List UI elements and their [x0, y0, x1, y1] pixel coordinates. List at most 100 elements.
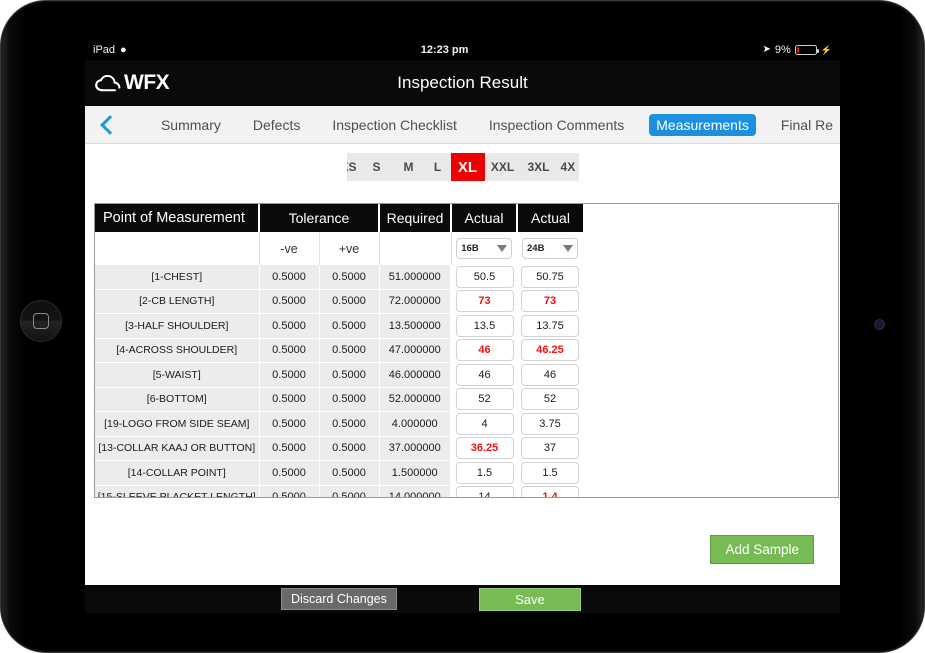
row-tolerance-plus: 0.5000	[319, 362, 380, 388]
sample-1-dropdown[interactable]: 16B	[456, 238, 513, 259]
battery-fill	[796, 47, 799, 53]
subheader-required-blank	[379, 232, 452, 265]
table-row: [19-LOGO FROM SIDE SEAM] 0.5000 0.5000 4.00…	[95, 411, 583, 437]
sample-2-selector-cell: 24B	[517, 232, 583, 265]
row-point-of-measurement: [3-HALF SHOULDER]	[95, 313, 260, 339]
table-row: [15-SLEEVE PLACKET LENGTH] 0.5000 0.5000 14…	[95, 485, 583, 497]
row-actual-1-cell: 1.5	[451, 460, 517, 485]
row-required: 37.000000	[379, 436, 452, 461]
size-selector-strip[interactable]: XS S M L XL XXL 3XL 4X	[346, 153, 579, 181]
row-tolerance-minus: 0.5000	[259, 411, 320, 437]
row-tolerance-plus: 0.5000	[319, 485, 380, 497]
row-point-of-measurement: [13-COLLAR KAAJ OR BUTTON]	[95, 436, 260, 461]
status-bar-left: iPad ●	[93, 44, 127, 56]
actual-2-input[interactable]: 37	[521, 437, 579, 460]
table-subheader: -ve +ve 16B 24B	[95, 232, 583, 265]
row-actual-2-cell: 46	[517, 362, 583, 387]
page-title: Inspection Result	[397, 73, 528, 92]
tab-inspection-checklist[interactable]: Inspection Checklist	[325, 114, 464, 136]
actual-2-input[interactable]: 46.25	[521, 339, 579, 362]
row-tolerance-minus: 0.5000	[259, 289, 320, 314]
subheader-tolerance-minus: -ve	[259, 232, 320, 265]
actual-2-input[interactable]: 1.4	[521, 486, 579, 497]
cloud-icon	[95, 74, 121, 91]
actual-2-input[interactable]: 13.75	[521, 314, 579, 337]
table-row: [13-COLLAR KAAJ OR BUTTON] 0.5000 0.5000 37…	[95, 436, 583, 461]
size-option-xs[interactable]: XS	[347, 153, 361, 181]
actual-2-input[interactable]: 52	[521, 388, 579, 411]
home-button[interactable]	[20, 300, 62, 342]
row-actual-1-cell: 73	[451, 289, 517, 314]
row-tolerance-minus: 0.5000	[259, 485, 320, 497]
tab-final-report[interactable]: Final Re	[774, 114, 840, 136]
actual-1-input[interactable]: 50.5	[455, 266, 514, 288]
battery-percent: 9%	[774, 44, 791, 56]
front-camera	[874, 319, 885, 330]
table-row: [1-CHEST] 0.5000 0.5000 51.000000 50.5 50.75	[95, 265, 583, 290]
row-tolerance-minus: 0.5000	[259, 436, 320, 461]
row-required: 46.000000	[379, 362, 452, 388]
measurements-table-container[interactable]: Point of Measurement Tolerance Required …	[94, 203, 839, 498]
tab-summary[interactable]: Summary	[154, 114, 228, 136]
table-row: [5-WAIST] 0.5000 0.5000 46.000000 46 46	[95, 362, 583, 388]
actual-2-input[interactable]: 1.5	[521, 461, 579, 484]
sample-2-dropdown[interactable]: 24B	[522, 238, 578, 259]
size-option-3xl[interactable]: 3XL	[521, 153, 557, 181]
location-arrow-icon: ➤	[762, 44, 771, 55]
row-tolerance-minus: 0.5000	[259, 338, 320, 363]
row-tolerance-plus: 0.5000	[319, 265, 380, 290]
row-actual-1-cell: 50.5	[451, 265, 517, 289]
actual-2-input[interactable]: 73	[521, 290, 579, 313]
header-actual-2: Actual	[517, 204, 583, 232]
back-button[interactable]	[85, 114, 136, 135]
size-option-s[interactable]: S	[361, 153, 393, 181]
actual-1-input[interactable]: 1.5	[455, 461, 514, 484]
row-tolerance-minus: 0.5000	[259, 265, 320, 290]
actual-1-input[interactable]: 36.25	[455, 437, 514, 460]
ipad-device-frame: iPad ● 12:23 pm ➤ 9% ⚡ WFX Inspection Re…	[0, 0, 925, 653]
actual-1-input[interactable]: 4	[455, 412, 514, 435]
tab-defects[interactable]: Defects	[246, 114, 307, 136]
actual-1-input[interactable]: 14	[455, 486, 514, 497]
row-required: 72.000000	[379, 289, 452, 314]
actual-1-input[interactable]: 52	[455, 388, 514, 411]
tab-inspection-comments[interactable]: Inspection Comments	[482, 114, 631, 136]
table-body: [1-CHEST] 0.5000 0.5000 51.000000 50.5 50.75[…	[95, 265, 583, 497]
row-required: 13.500000	[379, 313, 452, 339]
wifi-icon: ●	[120, 43, 127, 56]
row-required: 1.500000	[379, 460, 452, 486]
actual-2-input[interactable]: 46	[521, 363, 579, 386]
sample-1-selector-cell: 16B	[451, 232, 517, 265]
size-option-l[interactable]: L	[425, 153, 451, 181]
row-actual-2-cell: 1.4	[517, 485, 583, 497]
actual-2-input[interactable]: 50.75	[521, 266, 579, 288]
battery-icon	[794, 45, 819, 55]
table-header: Point of Measurement Tolerance Required …	[95, 204, 583, 265]
brand-logo[interactable]: WFX	[95, 71, 170, 95]
size-option-xxl[interactable]: XXL	[485, 153, 521, 181]
actual-1-input[interactable]: 73	[455, 290, 514, 313]
actual-1-input[interactable]: 13.5	[455, 314, 514, 337]
actual-1-input[interactable]: 46	[455, 363, 514, 386]
row-actual-1-cell: 46	[451, 338, 517, 363]
actual-1-input[interactable]: 46	[455, 339, 514, 362]
row-actual-2-cell: 37	[517, 436, 583, 461]
device-name: iPad	[93, 44, 116, 56]
chevron-down-icon	[563, 245, 573, 252]
size-selector-container: XS S M L XL XXL 3XL 4X	[85, 144, 840, 190]
add-sample-button[interactable]: Add Sample	[710, 535, 814, 564]
tab-measurements[interactable]: Measurements	[649, 113, 756, 136]
save-button[interactable]: Save	[478, 587, 581, 611]
row-required: 52.000000	[379, 387, 452, 412]
subheader-blank	[95, 232, 260, 265]
size-option-4xl[interactable]: 4X	[557, 153, 579, 181]
row-point-of-measurement: [19-LOGO FROM SIDE SEAM]	[95, 411, 260, 437]
size-option-xl[interactable]: XL	[450, 153, 485, 181]
row-point-of-measurement: [6-BOTTOM]	[95, 387, 260, 412]
home-button-square-icon	[33, 313, 49, 329]
size-option-m[interactable]: M	[393, 153, 425, 181]
row-tolerance-plus: 0.5000	[319, 313, 380, 339]
discard-changes-button[interactable]: Discard Changes	[281, 588, 397, 610]
actual-2-input[interactable]: 3.75	[521, 412, 579, 435]
row-actual-1-cell: 46	[451, 362, 517, 387]
